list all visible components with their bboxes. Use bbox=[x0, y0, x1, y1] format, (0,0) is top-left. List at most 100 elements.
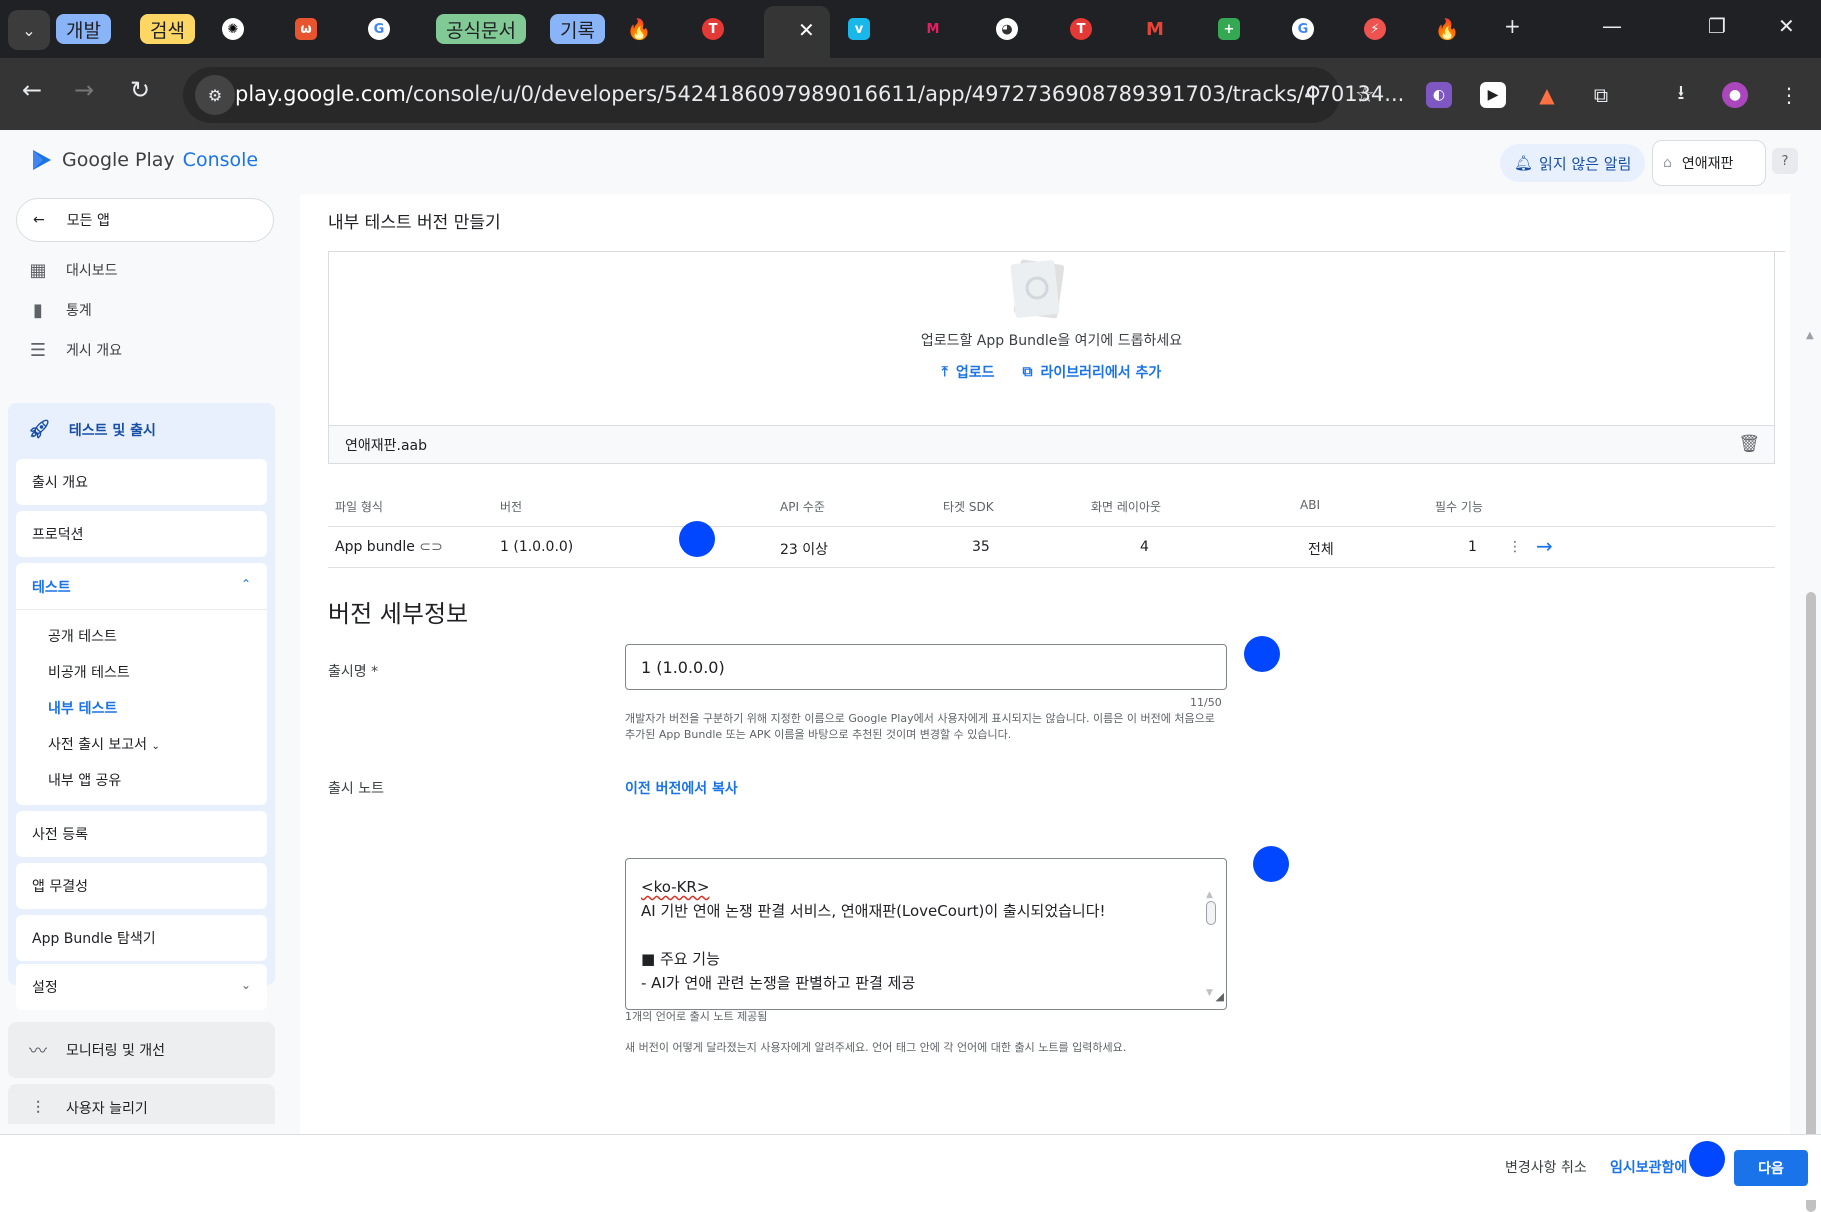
vimeo-icon: v bbox=[848, 18, 870, 40]
tab-google-2[interactable]: G bbox=[1292, 12, 1314, 46]
scrollbar-thumb[interactable] bbox=[1806, 592, 1816, 1212]
tab-mail-app[interactable]: M bbox=[922, 12, 944, 46]
sidebar-item-app-integrity[interactable]: 앱 무결성 bbox=[16, 863, 267, 909]
tab-group-docs[interactable]: 공식문서 bbox=[436, 14, 526, 44]
window-close-icon[interactable]: ✕ bbox=[1778, 14, 1795, 38]
console-header: Google Play Console 🔔︎ 읽지 않은 알림 ⌂ 연애재판 ? bbox=[0, 130, 1821, 190]
library-label: 라이브러리에서 추가 bbox=[1040, 365, 1162, 381]
address-bar[interactable]: ⚙ play.google.com/console/u/0/developers… bbox=[183, 67, 1404, 123]
next-button[interactable]: 다음 bbox=[1734, 1150, 1808, 1186]
sidebar-item-pre-launch-report[interactable]: 사전 출시 보고서 ⌄ bbox=[48, 734, 160, 754]
column-header: 필수 기능 bbox=[1435, 500, 1483, 514]
upload-button[interactable]: ⤒ 업로드 bbox=[942, 362, 995, 382]
column-header: 파일 형식 bbox=[335, 500, 383, 514]
more-vert-icon[interactable]: ⋮ bbox=[1508, 539, 1522, 555]
monitoring-row: 〰 모니터링 및 개선 bbox=[28, 1040, 165, 1062]
release-notes-textarea[interactable]: <ko-KR> AI 기반 연애 논쟁 판결 서비스, 연애재판(LoveCou… bbox=[625, 858, 1227, 1010]
all-apps-button[interactable]: ← 모든 앱 bbox=[16, 198, 274, 242]
tab-red-1[interactable]: T bbox=[702, 12, 724, 46]
restore-icon[interactable]: ❐ bbox=[1708, 14, 1726, 38]
textarea-scrollbar[interactable]: ▲ ▼ bbox=[1206, 883, 1216, 998]
link-icon: ⊂⊃ bbox=[419, 539, 443, 555]
mascot-icon: ◕ bbox=[996, 18, 1018, 40]
sidebar-item-internal-testing[interactable]: 내부 테스트 bbox=[48, 698, 117, 718]
sidebar-item-open-testing[interactable]: 공개 테스트 bbox=[48, 626, 117, 646]
discard-changes-button[interactable]: 변경사항 취소 bbox=[1505, 1157, 1587, 1177]
tab-mascot[interactable]: ◕ bbox=[996, 12, 1018, 46]
save-draft-button[interactable]: 임시보관함에 bbox=[1610, 1157, 1687, 1177]
close-tab-icon[interactable]: ✕ bbox=[798, 18, 815, 42]
minimize-icon[interactable]: — bbox=[1602, 14, 1622, 38]
scroll-down-icon: ▼ bbox=[1206, 988, 1213, 998]
sidebar-item-dashboard[interactable]: ▦ 대시보드 bbox=[28, 260, 117, 281]
download-icon[interactable]: ⭳ bbox=[1668, 80, 1694, 108]
forward-icon[interactable]: → bbox=[74, 76, 94, 104]
reload-icon[interactable]: ↻ bbox=[130, 76, 150, 104]
tab-gmail[interactable]: M bbox=[1144, 12, 1166, 46]
sidebar-item-test-release[interactable]: 🚀︎ 테스트 및 출시 bbox=[28, 419, 156, 440]
sidebar-item-production[interactable]: 프로덕션 bbox=[16, 511, 267, 557]
sidebar-item-publishing-overview[interactable]: ☰ 게시 개요 bbox=[28, 340, 122, 361]
unread-notifications-button[interactable]: 🔔︎ 읽지 않은 알림 bbox=[1500, 144, 1646, 182]
upload-label: 업로드 bbox=[955, 365, 995, 381]
sidebar-item-bundle-explorer[interactable]: App Bundle 탐색기 bbox=[16, 915, 267, 961]
tab-group-records[interactable]: 기록 bbox=[550, 14, 605, 44]
tab-red-2[interactable]: T bbox=[1070, 12, 1092, 46]
extension-rocket-icon[interactable]: ▲ bbox=[1534, 82, 1560, 108]
app-selector[interactable]: ⌂ 연애재판 bbox=[1652, 140, 1766, 186]
sidebar-item-settings[interactable]: 설정 ⌄ bbox=[16, 964, 267, 1010]
action-footer: 변경사항 취소 임시보관함에 다음 bbox=[0, 1134, 1821, 1200]
resize-handle-icon[interactable]: ◢ bbox=[1216, 985, 1224, 1009]
sidebar-item-pre-registration[interactable]: 사전 등록 bbox=[16, 811, 267, 857]
tab-sheets[interactable]: + bbox=[1218, 12, 1240, 46]
sidebar-item-testing[interactable]: 테스트 bbox=[32, 577, 71, 597]
extension-color-icon[interactable]: ◐ bbox=[1426, 82, 1452, 108]
back-icon[interactable]: ← bbox=[22, 76, 42, 104]
sidebar-item-monitoring[interactable]: 〰 모니터링 및 개선 bbox=[8, 1022, 275, 1078]
tab-search-button[interactable]: ⌄ bbox=[8, 10, 50, 50]
scrollbar-thumb[interactable] bbox=[1206, 901, 1216, 925]
sidebar-item-internal-app-sharing[interactable]: 내부 앱 공유 bbox=[48, 770, 121, 790]
tab-google[interactable]: G bbox=[368, 12, 390, 46]
tab-fire-1[interactable]: 🔥 bbox=[627, 12, 652, 46]
delete-icon[interactable]: 🗑︎ bbox=[1738, 434, 1760, 454]
new-tab-button[interactable]: + bbox=[1504, 14, 1521, 38]
tab-vimeo[interactable]: v bbox=[848, 12, 870, 46]
active-tab[interactable]: ✕ bbox=[764, 6, 830, 58]
help-icon[interactable]: ? bbox=[1772, 148, 1798, 174]
cell-required-features: 1 bbox=[1468, 539, 1477, 555]
scroll-up-icon: ▲ bbox=[1806, 330, 1814, 341]
sidebar-item-closed-testing[interactable]: 비공개 테스트 bbox=[48, 662, 130, 682]
more-menu-icon[interactable]: ⋮ bbox=[1776, 82, 1802, 108]
tab-group-search[interactable]: 검색 bbox=[140, 14, 195, 44]
tab-chatgpt[interactable]: ✺ bbox=[222, 12, 244, 46]
bell-icon: 🔔︎ bbox=[1514, 154, 1534, 172]
sidebar-item-release-overview[interactable]: 출시 개요 bbox=[16, 459, 267, 505]
add-from-library-button[interactable]: ⧉ 라이브러리에서 추가 bbox=[1023, 362, 1162, 382]
tab-red-3[interactable]: ⚡ bbox=[1364, 12, 1386, 46]
profile-avatar[interactable]: ● bbox=[1722, 82, 1748, 108]
sidebar-item-grow-users[interactable]: ⫶ 사용자 늘리기 bbox=[8, 1084, 275, 1124]
fire-icon-2: 🔥 bbox=[1434, 17, 1460, 41]
logo-text: Google Play bbox=[62, 149, 175, 171]
release-notes-line: AI 기반 연애 논쟁 판결 서비스, 연애재판(LoveCourt)이 출시되… bbox=[641, 899, 1186, 923]
sidebar-item-stats[interactable]: ▮ 통계 bbox=[28, 300, 92, 321]
column-header: API 수준 bbox=[780, 500, 825, 514]
release-name-input[interactable]: 1 (1.0.0.0) bbox=[625, 644, 1227, 690]
play-console-logo[interactable]: Google Play Console bbox=[30, 148, 258, 172]
marker-dot bbox=[1253, 846, 1289, 882]
extensions-puzzle-icon[interactable]: ⧉ bbox=[1588, 82, 1614, 108]
bookmark-star-icon[interactable]: ☆ bbox=[1355, 83, 1375, 108]
zoom-icon[interactable]: ⚲ bbox=[1305, 83, 1321, 108]
copy-from-previous-link[interactable]: 이전 버전에서 복사 bbox=[625, 778, 738, 798]
page-scrollbar[interactable]: ▲ bbox=[1804, 330, 1818, 1212]
tab-group-dev[interactable]: 개발 bbox=[56, 14, 111, 44]
chevron-up-icon[interactable]: ⌃ bbox=[241, 577, 251, 591]
site-info-icon[interactable]: ⚙ bbox=[195, 75, 235, 115]
tab-inflearn[interactable]: ω bbox=[295, 12, 317, 46]
main-card: 내부 테스트 버전 만들기 업로드할 App Bundle을 여기에 드롭하세요… bbox=[300, 194, 1790, 1164]
cell-screen-layouts: 4 bbox=[1140, 539, 1149, 555]
extension-box-icon[interactable]: ▶ bbox=[1480, 82, 1506, 108]
arrow-forward-icon[interactable]: → bbox=[1536, 534, 1553, 558]
tab-fire-2[interactable]: 🔥 bbox=[1434, 12, 1460, 46]
